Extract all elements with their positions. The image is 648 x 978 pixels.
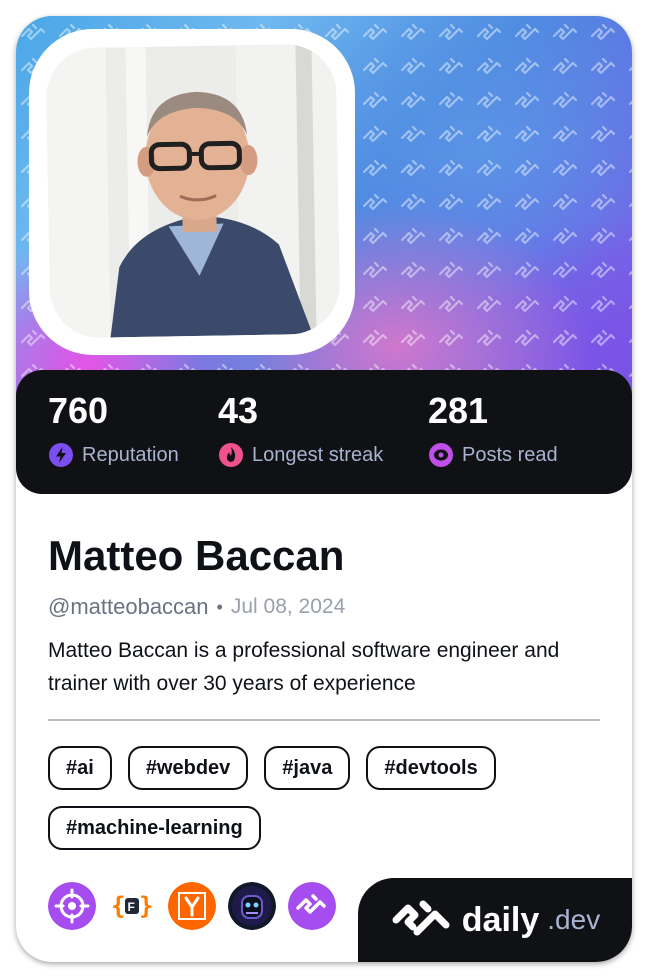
svg-text:}: } bbox=[139, 892, 153, 920]
profile-name: Matteo Baccan bbox=[48, 532, 345, 579]
svg-text:F: F bbox=[128, 900, 135, 914]
ycombinator-icon[interactable] bbox=[168, 882, 216, 930]
profile-meta: @matteobaccan • Jul 08, 2024 bbox=[48, 594, 345, 620]
tag-chip[interactable]: #devtools bbox=[366, 746, 496, 790]
svg-text:{: { bbox=[111, 892, 125, 920]
lightning-icon bbox=[48, 442, 74, 468]
tag-list: #ai #webdev #java #devtools #machine-lea… bbox=[48, 746, 608, 850]
curly-brackets-icon[interactable]: {} F bbox=[108, 882, 156, 930]
dailydev-logo-icon bbox=[390, 898, 454, 943]
stat-value: 281 bbox=[428, 390, 489, 431]
eye-icon bbox=[428, 442, 454, 468]
robot-head-icon[interactable] bbox=[228, 882, 276, 930]
cover-banner bbox=[16, 16, 632, 416]
joined-date: Jul 08, 2024 bbox=[230, 595, 346, 618]
divider bbox=[48, 719, 600, 721]
tag-chip[interactable]: #machine-learning bbox=[48, 806, 261, 850]
stat-label: Posts read bbox=[462, 443, 558, 466]
stats-bar: 760 Reputation 43 Longest streak 281 Pos… bbox=[16, 370, 632, 494]
brand-name: daily bbox=[461, 900, 540, 939]
stat-reputation: 760 Reputation bbox=[48, 390, 179, 468]
stat-posts-read: 281 Posts read bbox=[428, 390, 558, 468]
profile-handle[interactable]: @matteobaccan bbox=[48, 594, 209, 620]
brand-suffix: .dev bbox=[547, 904, 601, 935]
profile-bio: Matteo Baccan is a professional software… bbox=[48, 639, 560, 695]
stat-value: 43 bbox=[218, 390, 259, 431]
brand-footer: daily .dev bbox=[358, 878, 632, 962]
tag-chip[interactable]: #java bbox=[264, 746, 351, 790]
stat-label: Reputation bbox=[82, 443, 179, 466]
stat-longest-streak: 43 Longest streak bbox=[218, 390, 383, 468]
tag-chip[interactable]: #ai bbox=[48, 746, 112, 790]
dailydev-icon[interactable] bbox=[288, 882, 336, 930]
meta-separator: • bbox=[216, 596, 223, 617]
devcard: 760 Reputation 43 Longest streak 281 Pos… bbox=[16, 16, 632, 962]
avatar[interactable] bbox=[45, 43, 341, 339]
stat-label: Longest streak bbox=[252, 443, 384, 466]
source-list: {} F bbox=[48, 882, 336, 930]
stat-value: 760 bbox=[48, 390, 109, 431]
target-icon[interactable] bbox=[48, 882, 96, 930]
flame-icon bbox=[218, 442, 244, 468]
tag-chip[interactable]: #webdev bbox=[127, 746, 249, 790]
